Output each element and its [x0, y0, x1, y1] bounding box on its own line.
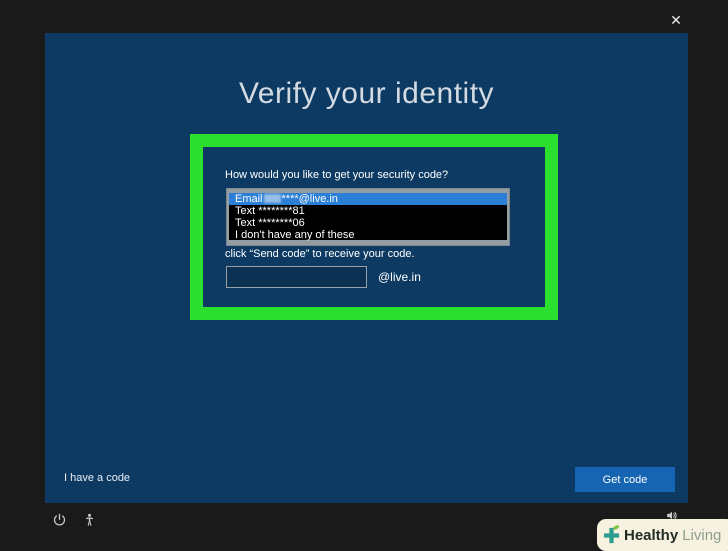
dropdown-option-text-1[interactable]: Text ********81	[229, 205, 507, 217]
medical-cross-leaf-icon	[602, 524, 621, 544]
get-code-button[interactable]: Get code	[575, 467, 675, 492]
dropdown-option-email[interactable]: Email ****@live.in	[229, 193, 507, 205]
page-title: Verify your identity	[238, 77, 495, 110]
healthy-living-watermark: Healthy Living	[597, 519, 728, 551]
security-code-question: How would you like to get your security …	[225, 169, 449, 181]
send-code-instruction: click “Send code” to receive your code.	[225, 248, 415, 260]
verify-identity-panel: Verify your identity How would you like …	[45, 33, 688, 503]
watermark-brand-bold: Healthy	[624, 526, 679, 544]
security-code-dialog: How would you like to get your security …	[203, 147, 545, 307]
power-icon[interactable]	[52, 512, 67, 528]
screen: { "window": { "close_icon": "✕" }, "pane…	[0, 0, 728, 551]
close-icon[interactable]: ✕	[665, 10, 687, 30]
email-option-prefix: Email	[235, 193, 263, 205]
dropdown-option-none[interactable]: I don't have any of these	[229, 229, 507, 241]
i-have-a-code-link[interactable]: I have a code	[64, 472, 130, 484]
email-confirm-input[interactable]	[226, 266, 367, 288]
ease-of-access-icon[interactable]	[82, 512, 97, 528]
dropdown-option-text-2[interactable]: Text ********06	[229, 217, 507, 229]
highlight-rectangle: How would you like to get your security …	[190, 134, 558, 320]
dropdown-options-list: Email ****@live.in Text ********81 Text *…	[229, 193, 507, 241]
code-method-dropdown[interactable]: Email ****@live.in Text ********81 Text *…	[226, 188, 510, 246]
email-domain-suffix: @live.in	[378, 270, 421, 284]
redacted-email-blur	[263, 194, 281, 203]
watermark-brand-light: Living	[682, 526, 722, 544]
email-option-suffix: ****@live.in	[281, 193, 338, 205]
